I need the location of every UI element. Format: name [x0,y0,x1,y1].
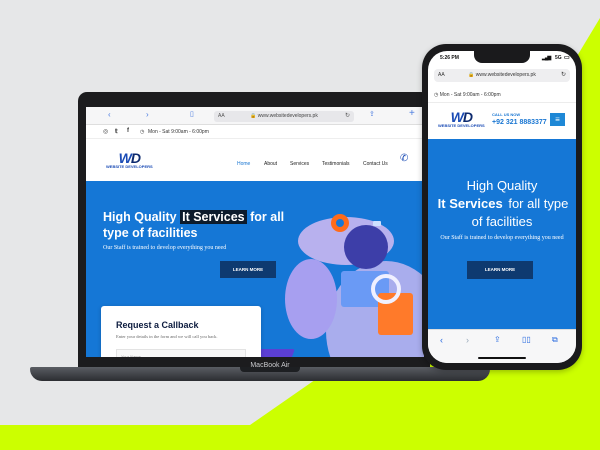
back-arrow-icon[interactable]: ‹ [108,110,111,119]
forward-arrow-icon[interactable]: › [146,110,149,119]
callback-title: Request a Callback [116,320,199,330]
laptop-topbar: ◎ 𝕥 f ◷ Mon - Sat 9:00am - 6:00pm [86,125,424,139]
laptop-hero: High Quality It Services for all type of… [86,181,424,357]
hero-title-pre: High Quality [103,210,181,224]
hero-title-highlight: It Services [437,196,503,211]
url-text: www.websitedevelopers.pk [475,72,536,78]
network-label: 5G [555,55,562,61]
phone-url-bar[interactable]: AA 🔒 www.websitedevelopers.pk ↻ [434,69,570,82]
laptop-browser-bar: ‹ › ▯ AA 🔒 www.websitedevelopers.pk ↻ ⇪ … [86,107,424,125]
logo-name: WEBSITE DEVELOPERS [106,164,153,169]
phone-header: WD WEBSITE DEVELOPERS CALL US NOW +92 32… [428,103,576,139]
hero-title-line3: of facilities [471,214,533,229]
share-icon[interactable]: ⇪ [494,335,501,344]
lock-icon: 🔒 [468,72,475,78]
twitter-icon[interactable]: 𝕥 [115,128,118,135]
nav-testimonials[interactable]: Testimonials [322,161,350,167]
tabs-icon[interactable]: ⧉ [552,335,558,345]
gear-icon [331,214,349,232]
status-time: 5:26 PM [440,55,459,61]
signal-icon: ▂▄▆ [542,55,551,61]
logo-mark: WD [450,109,473,125]
hero-title-line1: High Quality [466,178,538,193]
reload-icon[interactable]: ↻ [561,69,566,82]
hours-text: Mon - Sat 9:00am - 6:00pm [148,129,209,135]
call-label: CALL US NOW [492,112,521,117]
clock-icon: ◷ [434,92,439,98]
logo-mark: WD [118,150,141,166]
reader-aa[interactable]: AA [438,69,445,82]
phone-number[interactable]: +92 321 8883377 [492,119,547,126]
hero-title-highlight: It Services [180,210,247,224]
reload-icon[interactable]: ↻ [345,111,350,122]
instagram-icon[interactable]: ◎ [103,128,108,135]
phone-hero: High Quality It Services for all type of… [428,139,576,329]
hero-title-line2: for all type [504,196,569,211]
forward-icon[interactable]: › [466,335,469,345]
nav-home[interactable]: Home [237,161,250,167]
book-icon[interactable]: ▯ [190,110,194,118]
hamburger-menu-icon[interactable]: ≡ [550,113,565,126]
hero-subtitle: Our Staff is trained to develop everythi… [103,245,227,251]
laptop-navbar: WD WEBSITE DEVELOPERS Home About Service… [86,139,424,181]
phone-topbar: ◷ Mon - Sat 9:00am - 6:00pm [428,87,576,103]
nav-contact[interactable]: Contact Us [363,161,388,167]
name-input[interactable]: Your Name [116,349,246,357]
laptop-url-bar[interactable]: AA 🔒 www.websitedevelopers.pk ↻ [214,111,354,122]
callback-card: Request a Callback Enter your details in… [101,306,261,357]
reader-aa[interactable]: AA [218,111,225,122]
learn-more-button[interactable]: LEARN MORE [220,261,276,278]
battery-icon: ▭ [564,55,570,61]
phone-icon[interactable]: ✆ [400,153,408,164]
hours-text: Mon - Sat 9:00am - 6:00pm [439,92,501,98]
hero-title: High Quality It Services for all type of… [103,209,303,241]
hero-subtitle: Our Staff is trained to develop everythi… [440,235,564,241]
laptop-model-label: MacBook Air [250,362,290,369]
learn-more-button[interactable]: LEARN MORE [467,261,533,279]
nav-about[interactable]: About [264,161,277,167]
plus-icon[interactable]: + [409,108,415,119]
nav-services[interactable]: Services [290,161,309,167]
logo[interactable]: WD WEBSITE DEVELOPERS [106,151,153,169]
logo[interactable]: WD WEBSITE DEVELOPERS [438,110,485,128]
bookmarks-icon[interactable]: ▯▯ [522,335,531,344]
back-icon[interactable]: ‹ [440,335,443,345]
hero-title: High Quality It Services for all type of… [428,177,576,231]
facebook-icon[interactable]: f [127,128,129,134]
lock-icon: 🔒 [250,113,257,119]
clock-icon: ◷ [140,129,145,135]
logo-name: WEBSITE DEVELOPERS [438,123,485,128]
callback-description: Enter your details in the form and we wi… [116,334,218,339]
home-indicator [478,357,526,359]
url-text: www.websitedevelopers.pk [257,113,318,119]
laptop-display: ‹ › ▯ AA 🔒 www.websitedevelopers.pk ↻ ⇪ … [86,107,424,357]
share-icon[interactable]: ⇪ [369,110,375,118]
phone-notch [474,51,530,63]
phone-display: 5:26 PM ▂▄▆ 5G ▭ AA 🔒 www.websitedevelop… [428,51,576,363]
